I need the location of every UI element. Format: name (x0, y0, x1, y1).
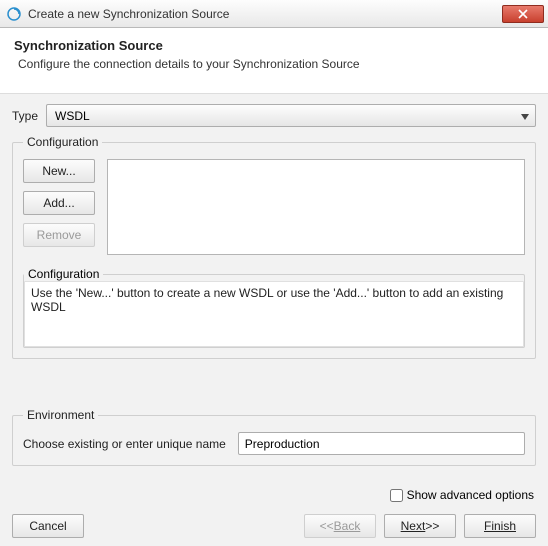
wsdl-list[interactable] (107, 159, 525, 255)
page-subtitle: Configure the connection details to your… (14, 57, 534, 71)
environment-prompt: Choose existing or enter unique name (23, 437, 226, 451)
configuration-info-legend: Configuration (24, 267, 103, 281)
configuration-info-group: Configuration Use the 'New...' button to… (23, 267, 525, 348)
wizard-body: Type WSDL Configuration New... Add... Re… (0, 94, 548, 546)
type-label: Type (12, 109, 38, 123)
wizard-footer: Cancel << Back Next >> Finish (12, 514, 536, 538)
configuration-group: Configuration New... Add... Remove Confi… (12, 135, 536, 359)
page-title: Synchronization Source (14, 38, 534, 53)
wizard-header: Synchronization Source Configure the con… (0, 28, 548, 94)
finish-button[interactable]: Finish (464, 514, 536, 538)
new-button[interactable]: New... (23, 159, 95, 183)
environment-group: Environment Choose existing or enter uni… (12, 408, 536, 466)
type-combo-value: WSDL (55, 109, 90, 123)
environment-legend: Environment (23, 408, 98, 422)
cancel-button[interactable]: Cancel (12, 514, 84, 538)
add-button[interactable]: Add... (23, 191, 95, 215)
next-button[interactable]: Next >> (384, 514, 456, 538)
configuration-info-text: Use the 'New...' button to create a new … (24, 281, 524, 347)
window-title: Create a new Synchronization Source (28, 7, 502, 21)
back-button: << Back (304, 514, 376, 538)
show-advanced-checkbox[interactable] (390, 489, 403, 502)
environment-combo[interactable]: Preproduction (238, 432, 525, 455)
app-icon (6, 6, 22, 22)
remove-button: Remove (23, 223, 95, 247)
show-advanced-label[interactable]: Show advanced options (407, 488, 534, 502)
environment-combo-value: Preproduction (245, 437, 320, 451)
configuration-legend: Configuration (23, 135, 102, 149)
titlebar: Create a new Synchronization Source (0, 0, 548, 28)
type-combo[interactable]: WSDL (46, 104, 536, 127)
close-button[interactable] (502, 5, 544, 23)
chevron-down-icon (521, 109, 529, 123)
